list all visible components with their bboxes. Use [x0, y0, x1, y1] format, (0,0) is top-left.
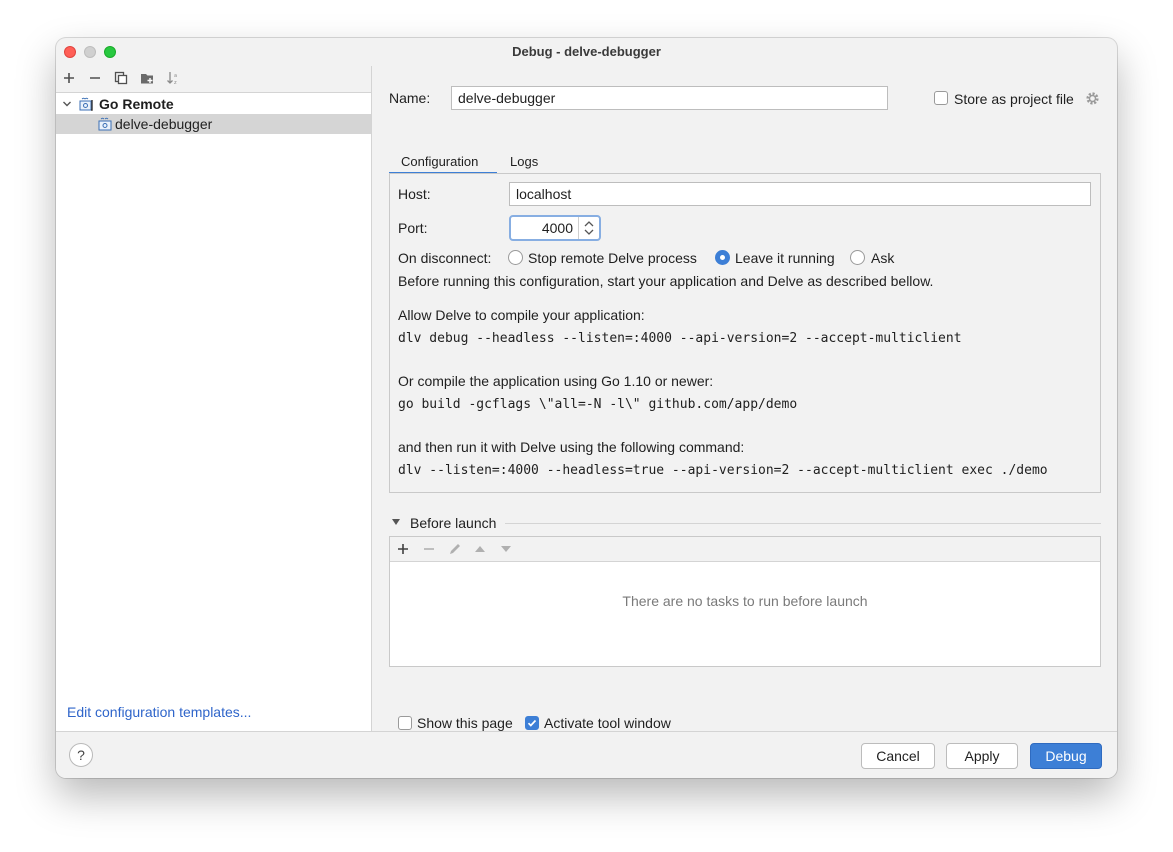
tree-label-go-remote: Go Remote	[99, 96, 174, 112]
step3-label: and then run it with Delve using the fol…	[398, 439, 745, 455]
run-config-dialog: Debug - delve-debugger az Go Remote delv…	[56, 38, 1117, 778]
apply-button[interactable]: Apply	[946, 743, 1018, 769]
store-as-project-file-label: Store as project file	[954, 91, 1074, 107]
step1-label: Allow Delve to compile your application:	[398, 307, 645, 323]
activate-tool-window-checkbox[interactable]	[525, 716, 539, 730]
step3-command: dlv --listen=:4000 --headless=true --api…	[398, 463, 1048, 478]
port-value: 4000	[541, 220, 573, 236]
sidebar-toolbar: az	[56, 66, 371, 91]
add-configuration-icon[interactable]	[60, 69, 78, 87]
remove-task-icon[interactable]	[423, 543, 435, 555]
step2-command: go build -gcflags \"all=-N -l\" github.c…	[398, 397, 798, 412]
before-launch-toolbar	[390, 537, 1100, 562]
radio-ask[interactable]	[850, 250, 865, 265]
collapse-triangle-icon[interactable]	[391, 518, 401, 526]
window-title: Debug - delve-debugger	[512, 44, 661, 59]
new-folder-icon[interactable]	[138, 69, 156, 87]
tree-node-delve-debugger[interactable]: delve-debugger	[56, 114, 371, 134]
stepper-arrows-icon	[584, 221, 594, 235]
go-remote-icon	[79, 97, 93, 111]
host-input[interactable]: localhost	[509, 182, 1091, 206]
dialog-footer: ? Cancel Apply Debug	[56, 731, 1117, 778]
edit-configuration-templates-link[interactable]: Edit configuration templates...	[67, 704, 251, 720]
port-stepper[interactable]: 4000	[509, 215, 601, 241]
activate-tool-window-label: Activate tool window	[544, 715, 671, 731]
cancel-button[interactable]: Cancel	[861, 743, 935, 769]
port-stepper-arrows[interactable]	[578, 217, 599, 239]
before-launch-empty-text: There are no tasks to run before launch	[622, 593, 868, 609]
radio-ask-label: Ask	[871, 250, 895, 266]
add-task-icon[interactable]	[397, 543, 409, 555]
svg-text:z: z	[174, 80, 177, 85]
gear-icon[interactable]	[1085, 91, 1100, 106]
before-launch-title: Before launch	[410, 515, 497, 531]
name-input[interactable]: delve-debugger	[451, 86, 888, 110]
configuration-editor: Name: delve-debugger Store as project fi…	[372, 66, 1117, 731]
section-divider	[505, 523, 1101, 524]
chevron-down-icon[interactable]	[62, 99, 72, 109]
name-label: Name:	[389, 90, 431, 106]
tab-logs[interactable]: Logs	[498, 148, 550, 175]
store-as-project-file-checkbox[interactable]	[934, 91, 948, 105]
tree-node-go-remote[interactable]: Go Remote	[56, 94, 371, 114]
help-button[interactable]: ?	[69, 743, 93, 767]
host-label: Host:	[398, 186, 431, 202]
tree-label-delve-debugger: delve-debugger	[115, 116, 213, 132]
edit-task-icon[interactable]	[448, 542, 462, 556]
radio-leave-running[interactable]	[715, 250, 730, 265]
debug-button[interactable]: Debug	[1030, 743, 1102, 769]
title-bar: Debug - delve-debugger	[56, 38, 1117, 66]
copy-configuration-icon[interactable]	[112, 69, 130, 87]
move-up-icon[interactable]	[474, 544, 486, 554]
configuration-tree: Go Remote delve-debugger	[56, 92, 371, 732]
radio-stop-remote-label: Stop remote Delve process	[528, 250, 697, 266]
tab-configuration[interactable]: Configuration	[389, 148, 497, 175]
radio-leave-running-label: Leave it running	[735, 250, 835, 266]
remove-configuration-icon[interactable]	[86, 69, 104, 87]
checkmark-icon	[527, 719, 537, 727]
show-this-page-checkbox[interactable]	[398, 716, 412, 730]
configurations-sidebar: az Go Remote delve-debugger Edit configu…	[56, 66, 372, 732]
configuration-panel: Host: localhost Port: 4000 On disconnect…	[389, 173, 1101, 493]
step2-label: Or compile the application using Go 1.10…	[398, 373, 714, 389]
intro-text: Before running this configuration, start…	[398, 273, 934, 289]
radio-stop-remote[interactable]	[508, 250, 523, 265]
step1-command: dlv debug --headless --listen=:4000 --ap…	[398, 331, 962, 346]
before-launch-panel: There are no tasks to run before launch	[389, 536, 1101, 667]
go-remote-config-icon	[98, 117, 112, 131]
show-this-page-label: Show this page	[417, 715, 513, 731]
sort-icon[interactable]: az	[164, 69, 182, 87]
move-down-icon[interactable]	[500, 544, 512, 554]
svg-text:a: a	[174, 73, 177, 79]
port-label: Port:	[398, 220, 428, 236]
on-disconnect-label: On disconnect:	[398, 250, 492, 266]
